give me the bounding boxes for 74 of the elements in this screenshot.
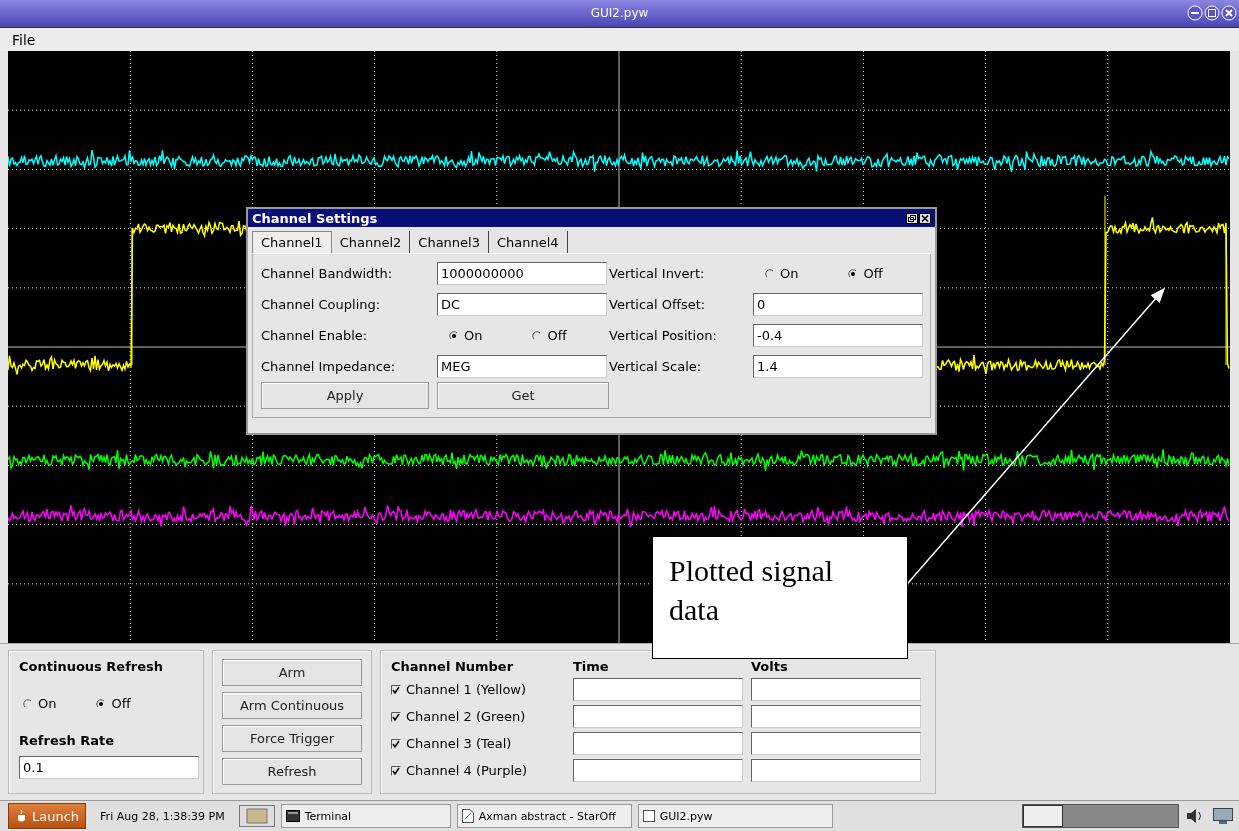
input-field[interactable]: -0.4: [753, 324, 923, 348]
dialog-button[interactable]: Apply: [261, 382, 429, 410]
field-label: Vertical Offset:: [609, 297, 707, 313]
clock: Fri Aug 28, 1:38:39 PM: [100, 809, 225, 823]
column-header: Channel Number: [391, 659, 515, 675]
checkbox-label: Channel 4 (Purple): [406, 763, 528, 779]
input-field[interactable]: 0: [753, 293, 923, 317]
checkbox[interactable]: [391, 684, 401, 695]
action-button[interactable]: Refresh: [222, 758, 362, 786]
input-field[interactable]: [751, 732, 921, 756]
field-label: Channel Enable:: [261, 328, 369, 344]
input-field[interactable]: 1000000000: [437, 262, 607, 286]
window-title: GUI2.pyw: [590, 6, 649, 21]
dialog-title: Channel Settings: [252, 210, 378, 226]
checkbox-label: Channel 3 (Teal): [406, 736, 512, 752]
section-heading: Continuous Refresh: [19, 659, 165, 675]
field-label: Vertical Scale:: [609, 359, 703, 375]
radio-button[interactable]: [449, 330, 459, 341]
radio-button[interactable]: [532, 330, 543, 341]
taskbar-button[interactable]: GUI2.pyw: [637, 804, 833, 829]
radio-label: On: [464, 328, 483, 344]
monitor-icon[interactable]: [1211, 806, 1235, 827]
annotation-text: Plotted signal data: [669, 553, 835, 629]
radio-button[interactable]: [23, 698, 33, 709]
input-field[interactable]: [751, 759, 921, 783]
action-button[interactable]: Arm: [222, 659, 362, 687]
window-icon: [642, 810, 655, 823]
checkbox[interactable]: [391, 738, 401, 749]
field-label: Vertical Invert:: [609, 266, 706, 282]
input-field[interactable]: 0.1: [19, 756, 199, 780]
checkbox[interactable]: [391, 711, 401, 722]
desktop-icon[interactable]: [238, 805, 275, 828]
action-button[interactable]: Force Trigger: [222, 725, 362, 753]
field-label: Channel Impedance:: [261, 359, 397, 375]
radio-label: On: [38, 696, 57, 712]
radio-label: Off: [547, 328, 567, 344]
input-field[interactable]: DC: [437, 293, 607, 317]
column-header: Time: [573, 659, 610, 675]
input-field[interactable]: [573, 678, 743, 702]
radio-button[interactable]: [848, 268, 859, 279]
maximize-icon[interactable]: [1204, 5, 1220, 21]
input-field[interactable]: MEG: [437, 355, 607, 379]
field-label: Channel Bandwidth:: [261, 266, 394, 282]
document-icon: [461, 809, 474, 824]
radio-label: On: [780, 266, 799, 282]
field-label: Channel Coupling:: [261, 297, 382, 313]
radio-label: Off: [863, 266, 883, 282]
section-heading: Refresh Rate: [19, 733, 116, 749]
input-field[interactable]: 1.4: [753, 355, 923, 379]
column-header: Volts: [751, 659, 789, 675]
taskbar-button[interactable]: Terminal: [280, 804, 451, 829]
dialog-button[interactable]: Get: [437, 382, 609, 410]
radio-label: Off: [111, 696, 131, 712]
field-label: Vertical Position:: [609, 328, 718, 344]
checkbox-label: Channel 2 (Green): [406, 709, 526, 725]
workspace-switcher[interactable]: [1022, 804, 1179, 829]
input-field[interactable]: [573, 705, 743, 729]
radio-button[interactable]: [765, 268, 775, 279]
close-icon[interactable]: [919, 212, 931, 224]
radio-button[interactable]: [96, 698, 107, 709]
taskbar-button[interactable]: Axman abstract - StarOff: [456, 804, 632, 829]
restore-icon[interactable]: [906, 212, 918, 224]
input-field[interactable]: [751, 678, 921, 702]
tab[interactable]: Channel1: [252, 231, 332, 254]
terminal-icon: [285, 810, 300, 823]
menu-item[interactable]: File: [12, 31, 36, 48]
minimize-icon[interactable]: [1187, 5, 1203, 21]
checkbox-label: Channel 1 (Yellow): [406, 682, 527, 698]
input-field[interactable]: [573, 732, 743, 756]
input-field[interactable]: [751, 705, 921, 729]
checkbox[interactable]: [391, 765, 401, 776]
input-field[interactable]: [573, 759, 743, 783]
action-button[interactable]: Arm Continuous: [222, 692, 362, 720]
launch-button[interactable]: Launch: [8, 803, 87, 830]
